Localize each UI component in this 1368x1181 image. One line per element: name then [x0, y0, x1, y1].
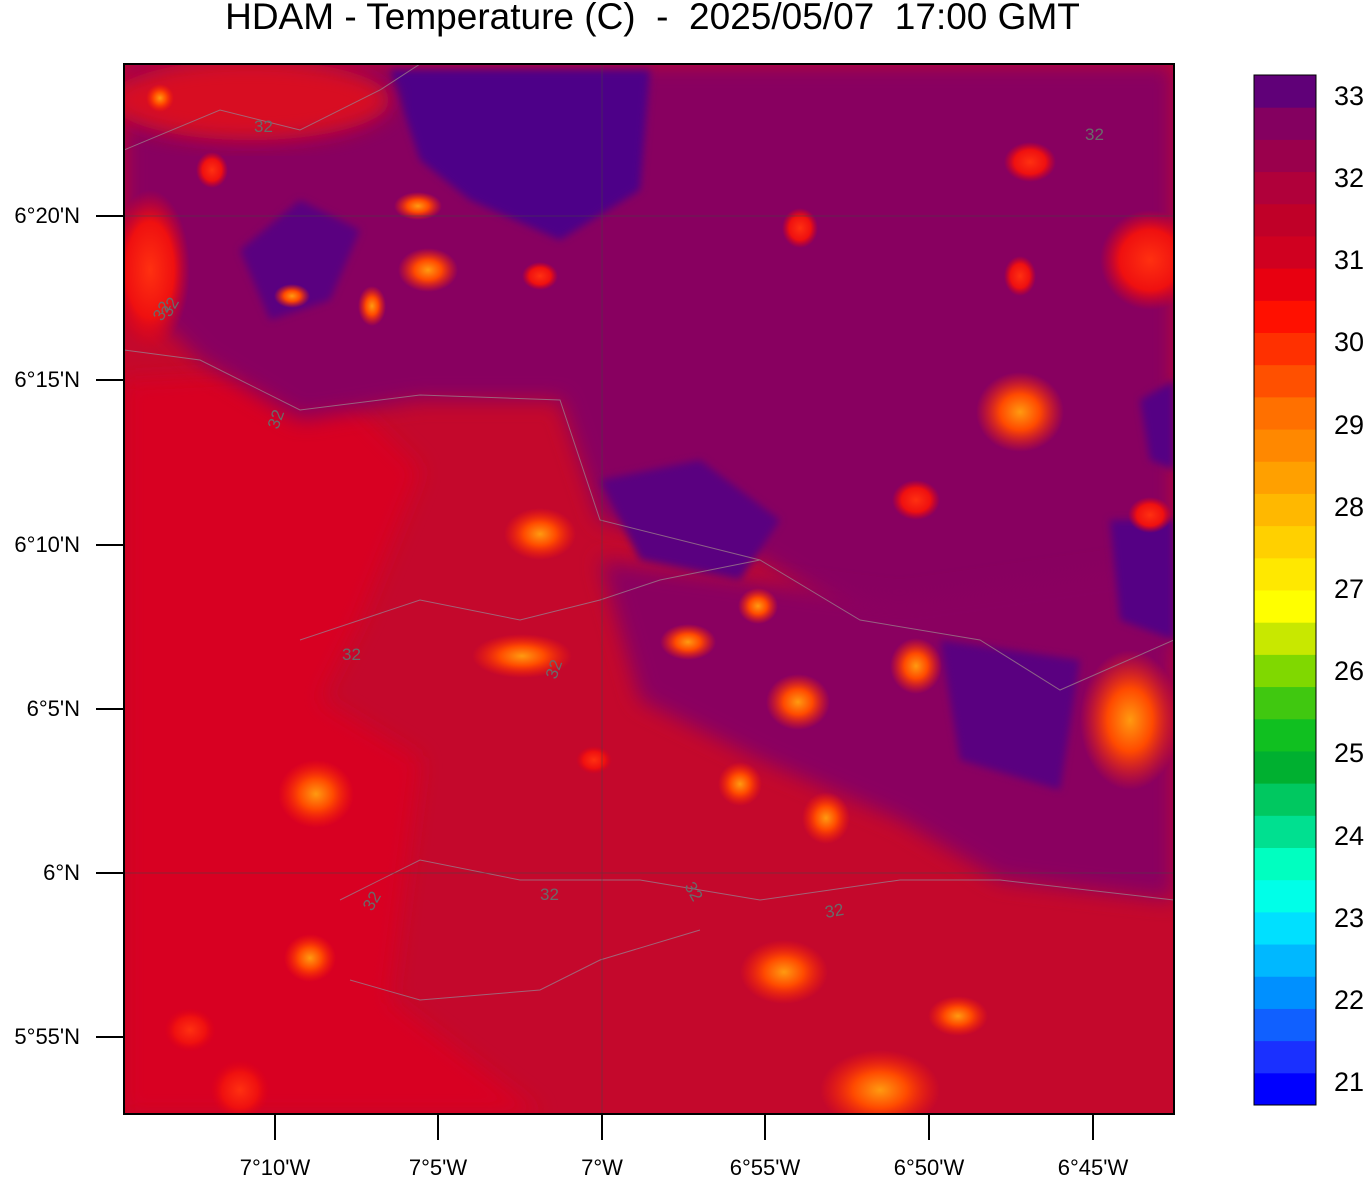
colorbar-label: 31: [1334, 245, 1365, 275]
colorbar-label: 30: [1334, 327, 1365, 357]
lon-label: 7°5'W: [408, 1155, 468, 1180]
colorbar-swatch: [1254, 429, 1316, 462]
map-canvas: 323232323232 32 32323232: [96, 63, 1317, 1140]
colorbar-swatch: [1254, 461, 1316, 494]
colorbar-swatch: [1254, 396, 1316, 430]
colorbar-label: 26: [1334, 656, 1365, 686]
lat-label: 6°15'N: [14, 367, 80, 392]
colorbar-swatch: [1254, 1040, 1316, 1074]
lon-label: 6°50'W: [893, 1155, 965, 1180]
lat-label: 6°10'N: [14, 532, 80, 557]
colorbar-label: 23: [1334, 903, 1365, 933]
colorbar-label: 24: [1334, 821, 1365, 851]
lat-label: 6°5'N: [26, 696, 80, 721]
contour-label: 32: [342, 645, 361, 664]
colorbar-swatch: [1254, 300, 1316, 333]
colorbar-swatch: [1254, 718, 1316, 752]
contour-label: 32: [1085, 125, 1104, 144]
colorbar-label: 27: [1334, 574, 1365, 604]
temperature-field: [124, 64, 1174, 1114]
colorbar-swatch: [1254, 1072, 1316, 1106]
colorbar-swatch: [1254, 557, 1316, 591]
colorbar-swatch: [1254, 493, 1316, 527]
colorbar-swatch: [1254, 332, 1316, 366]
colorbar-swatch: [1254, 944, 1316, 977]
colorbar-label: 29: [1334, 410, 1365, 440]
lat-label: 5°55'N: [14, 1024, 80, 1049]
contour-label: 32: [254, 117, 273, 136]
colorbar-label: 32: [1334, 163, 1365, 193]
lon-label: 7°W: [581, 1155, 623, 1180]
colorbar-swatch: [1254, 590, 1316, 623]
colorbar-swatch: [1254, 525, 1316, 559]
lon-label: 6°55'W: [729, 1155, 801, 1180]
colorbar-swatch: [1254, 622, 1316, 655]
colorbar-swatch: [1254, 879, 1316, 913]
lon-label: 7°10'W: [239, 1155, 311, 1180]
colorbar: [1254, 75, 1316, 1106]
lat-label: 6°20'N: [14, 203, 80, 228]
colorbar-swatch: [1254, 654, 1316, 688]
colorbar-swatch: [1254, 171, 1316, 205]
colorbar-swatch: [1254, 976, 1316, 1009]
colorbar-swatch: [1254, 139, 1316, 173]
colorbar-swatch: [1254, 203, 1316, 237]
colorbar-swatch: [1254, 268, 1316, 301]
colorbar-swatch: [1254, 847, 1316, 881]
colorbar-swatch: [1254, 235, 1316, 269]
lat-label: 6°N: [43, 860, 80, 885]
contour-label: 32: [540, 885, 559, 904]
colorbar-swatch: [1254, 107, 1316, 140]
colorbar-label: 25: [1334, 738, 1365, 768]
lon-label: 6°45'W: [1057, 1155, 1129, 1180]
colorbar-swatch: [1254, 815, 1316, 848]
map-title: HDAM - Temperature (C) - 2025/05/07 17:0…: [225, 0, 1080, 37]
colorbar-swatch: [1254, 750, 1316, 784]
colorbar-swatch: [1254, 364, 1316, 398]
colorbar-swatch: [1254, 911, 1316, 945]
colorbar-swatch: [1254, 1008, 1316, 1042]
contour-label: 32: [823, 900, 845, 922]
colorbar-swatch: [1254, 686, 1316, 720]
colorbar-label: 28: [1334, 492, 1365, 522]
colorbar-swatch: [1254, 75, 1316, 108]
colorbar-label: 33: [1334, 81, 1365, 111]
colorbar-label: 22: [1334, 985, 1365, 1015]
colorbar-label: 21: [1334, 1067, 1365, 1097]
colorbar-swatch: [1254, 783, 1316, 816]
